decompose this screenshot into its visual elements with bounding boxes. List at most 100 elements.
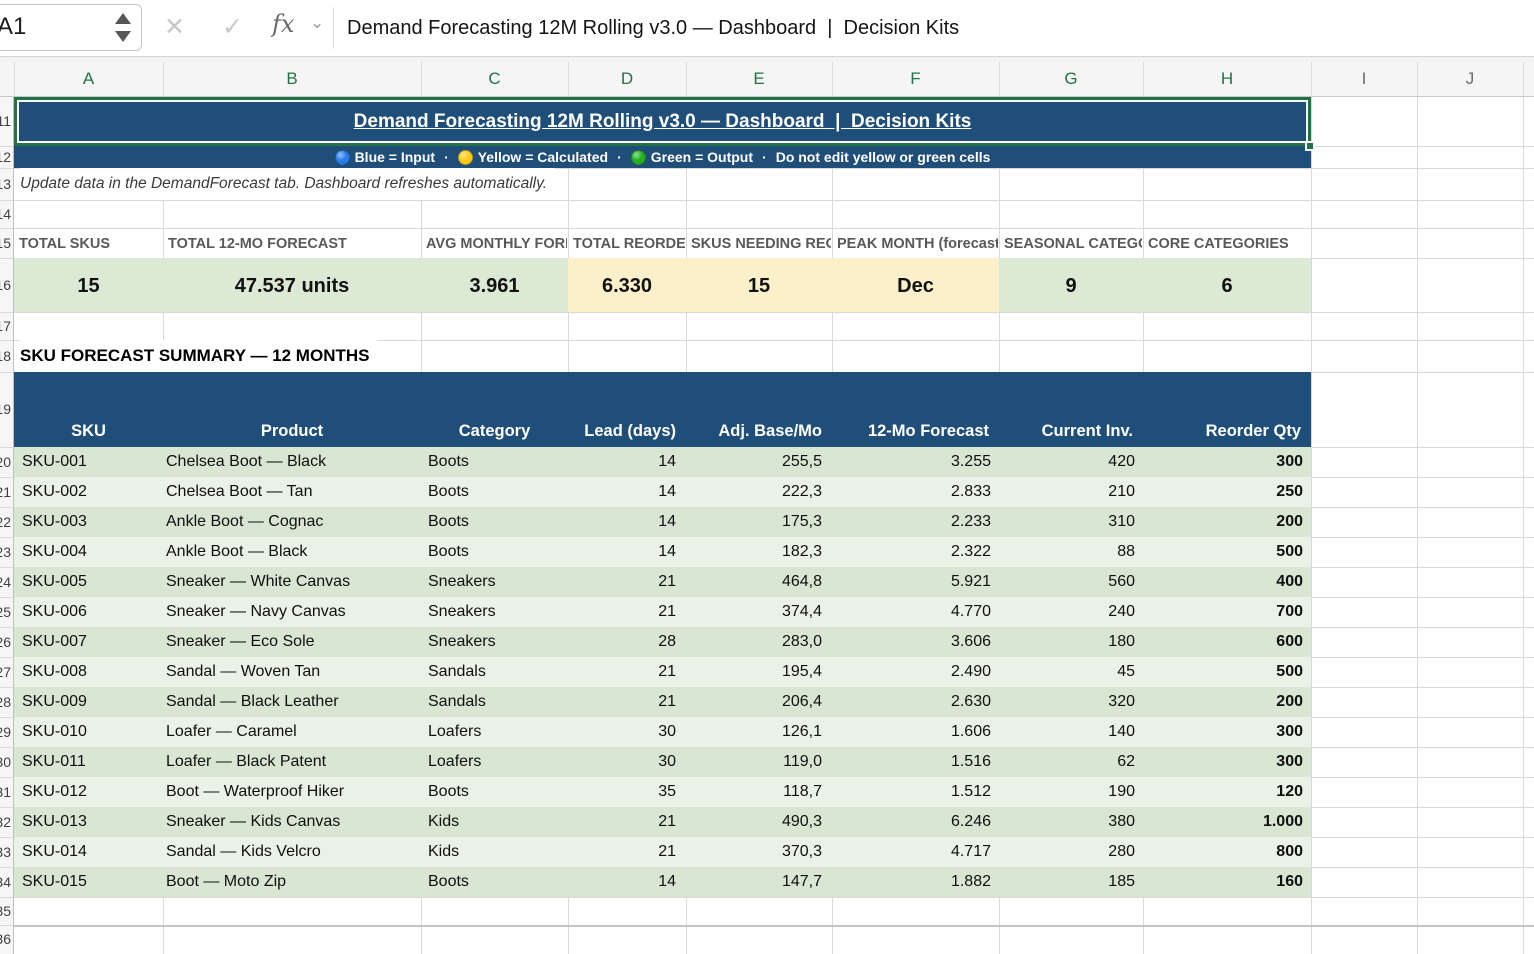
table-cell[interactable]: Boots xyxy=(421,777,568,807)
table-cell[interactable]: 6.246 xyxy=(832,807,999,837)
column-header-product[interactable]: Product xyxy=(163,417,421,447)
column-header-F[interactable]: F xyxy=(832,62,999,96)
table-cell[interactable]: Sandals xyxy=(421,657,568,687)
name-box[interactable]: A1 xyxy=(0,4,142,51)
column-header-J[interactable]: J xyxy=(1417,62,1523,96)
column-header-A[interactable]: A xyxy=(14,62,163,96)
row-header-16[interactable]: 16 xyxy=(0,258,11,312)
table-cell[interactable]: SKU-002 xyxy=(14,477,163,507)
column-header-I[interactable]: I xyxy=(1311,62,1417,96)
table-cell[interactable]: 140 xyxy=(999,717,1143,747)
table-cell[interactable]: 21 xyxy=(568,687,686,717)
table-cell[interactable]: 120 xyxy=(1143,777,1311,807)
column-header-H[interactable]: H xyxy=(1143,62,1311,96)
table-cell[interactable]: 30 xyxy=(568,747,686,777)
table-cell[interactable]: Kids xyxy=(421,837,568,867)
column-header-C[interactable]: C xyxy=(421,62,568,96)
insert-function-icon[interactable]: fx xyxy=(272,10,294,38)
table-cell[interactable]: Sneaker — Navy Canvas xyxy=(163,597,421,627)
table-cell[interactable]: 180 xyxy=(999,627,1143,657)
table-cell[interactable]: 190 xyxy=(999,777,1143,807)
table-cell[interactable]: 2.322 xyxy=(832,537,999,567)
table-cell[interactable]: Sneaker — White Canvas xyxy=(163,567,421,597)
table-row[interactable]: SKU-006Sneaker — Navy CanvasSneakers2137… xyxy=(14,597,1311,627)
table-cell[interactable]: Chelsea Boot — Black xyxy=(163,447,421,477)
table-cell[interactable]: SKU-004 xyxy=(14,537,163,567)
table-cell[interactable]: Chelsea Boot — Tan xyxy=(163,477,421,507)
table-row[interactable]: SKU-012Boot — Waterproof HikerBoots35118… xyxy=(14,777,1311,807)
table-cell[interactable]: 200 xyxy=(1143,507,1311,537)
table-cell[interactable]: Sandal — Black Leather xyxy=(163,687,421,717)
table-cell[interactable]: SKU-013 xyxy=(14,807,163,837)
column-header-12-mo-forecast[interactable]: 12-Mo Forecast xyxy=(832,417,999,447)
table-cell[interactable]: Loafer — Caramel xyxy=(163,717,421,747)
table-cell[interactable]: 14 xyxy=(568,507,686,537)
column-header-reorder-qty[interactable]: Reorder Qty xyxy=(1143,417,1311,447)
row-header-28[interactable]: 28 xyxy=(0,687,11,717)
row-header-33[interactable]: 33 xyxy=(0,837,11,867)
table-cell[interactable]: 21 xyxy=(568,597,686,627)
column-header-sku[interactable]: SKU xyxy=(14,417,163,447)
table-cell[interactable]: Sneakers xyxy=(421,627,568,657)
row-headers[interactable]: 1112131415161718192021222324252627282930… xyxy=(0,97,14,954)
table-cell[interactable]: 62 xyxy=(999,747,1143,777)
table-cell[interactable]: 250 xyxy=(1143,477,1311,507)
table-cell[interactable]: 2.630 xyxy=(832,687,999,717)
table-cell[interactable]: 800 xyxy=(1143,837,1311,867)
table-cell[interactable]: Loafers xyxy=(421,747,568,777)
confirm-icon[interactable]: ✓ xyxy=(222,12,243,42)
column-header-current-inv-[interactable]: Current Inv. xyxy=(999,417,1143,447)
table-cell[interactable]: Ankle Boot — Cognac xyxy=(163,507,421,537)
table-cell[interactable]: Boots xyxy=(421,867,568,897)
table-cell[interactable]: 370,3 xyxy=(686,837,832,867)
column-header-lead-days-[interactable]: Lead (days) xyxy=(568,417,686,447)
row-header-13[interactable]: 13 xyxy=(0,168,11,200)
table-cell[interactable]: 310 xyxy=(999,507,1143,537)
table-cell[interactable]: Sneaker — Kids Canvas xyxy=(163,807,421,837)
column-header-category[interactable]: Category xyxy=(421,417,568,447)
table-cell[interactable]: 374,4 xyxy=(686,597,832,627)
table-cell[interactable]: 21 xyxy=(568,657,686,687)
table-cell[interactable]: 45 xyxy=(999,657,1143,687)
table-cell[interactable]: 464,8 xyxy=(686,567,832,597)
row-header-27[interactable]: 27 xyxy=(0,657,11,687)
row-header-11[interactable]: 11 xyxy=(0,97,11,146)
table-row[interactable]: SKU-001Chelsea Boot — BlackBoots14255,53… xyxy=(14,447,1311,477)
table-row[interactable]: SKU-008Sandal — Woven TanSandals21195,42… xyxy=(14,657,1311,687)
table-cell[interactable]: 560 xyxy=(999,567,1143,597)
table-cell[interactable]: SKU-008 xyxy=(14,657,163,687)
table-cell[interactable]: SKU-011 xyxy=(14,747,163,777)
table-cell[interactable]: 700 xyxy=(1143,597,1311,627)
row-header-34[interactable]: 34 xyxy=(0,867,11,897)
table-cell[interactable]: 118,7 xyxy=(686,777,832,807)
table-cell[interactable]: 420 xyxy=(999,447,1143,477)
table-cell[interactable]: 2.233 xyxy=(832,507,999,537)
formula-input[interactable]: Demand Forecasting 12M Rolling v3.0 — Da… xyxy=(347,0,959,56)
table-row[interactable]: SKU-010Loafer — CaramelLoafers30126,11.6… xyxy=(14,717,1311,747)
row-header-20[interactable]: 20 xyxy=(0,447,11,477)
table-row[interactable]: SKU-014Sandal — Kids VelcroKids21370,34.… xyxy=(14,837,1311,867)
table-cell[interactable]: 300 xyxy=(1143,447,1311,477)
column-header-G[interactable]: G xyxy=(999,62,1143,96)
table-cell[interactable]: 4.717 xyxy=(832,837,999,867)
table-cell[interactable]: 21 xyxy=(568,807,686,837)
table-cell[interactable]: Boot — Waterproof Hiker xyxy=(163,777,421,807)
row-header-29[interactable]: 29 xyxy=(0,717,11,747)
table-cell[interactable]: SKU-009 xyxy=(14,687,163,717)
table-cell[interactable]: 320 xyxy=(999,687,1143,717)
table-cell[interactable]: 380 xyxy=(999,807,1143,837)
table-cell[interactable]: 175,3 xyxy=(686,507,832,537)
row-header-32[interactable]: 32 xyxy=(0,807,11,837)
row-header-19[interactable]: 19 xyxy=(0,372,11,447)
row-header-35[interactable]: 35 xyxy=(0,897,11,925)
table-cell[interactable]: Loafers xyxy=(421,717,568,747)
table-cell[interactable]: 240 xyxy=(999,597,1143,627)
row-header-25[interactable]: 25 xyxy=(0,597,11,627)
row-header-14[interactable]: 14 xyxy=(0,200,11,228)
table-cell[interactable]: SKU-010 xyxy=(14,717,163,747)
table-cell[interactable]: SKU-005 xyxy=(14,567,163,597)
column-header-adj-base-mo[interactable]: Adj. Base/Mo xyxy=(686,417,832,447)
table-cell[interactable]: 14 xyxy=(568,867,686,897)
table-row[interactable]: SKU-013Sneaker — Kids CanvasKids21490,36… xyxy=(14,807,1311,837)
table-cell[interactable]: 5.921 xyxy=(832,567,999,597)
